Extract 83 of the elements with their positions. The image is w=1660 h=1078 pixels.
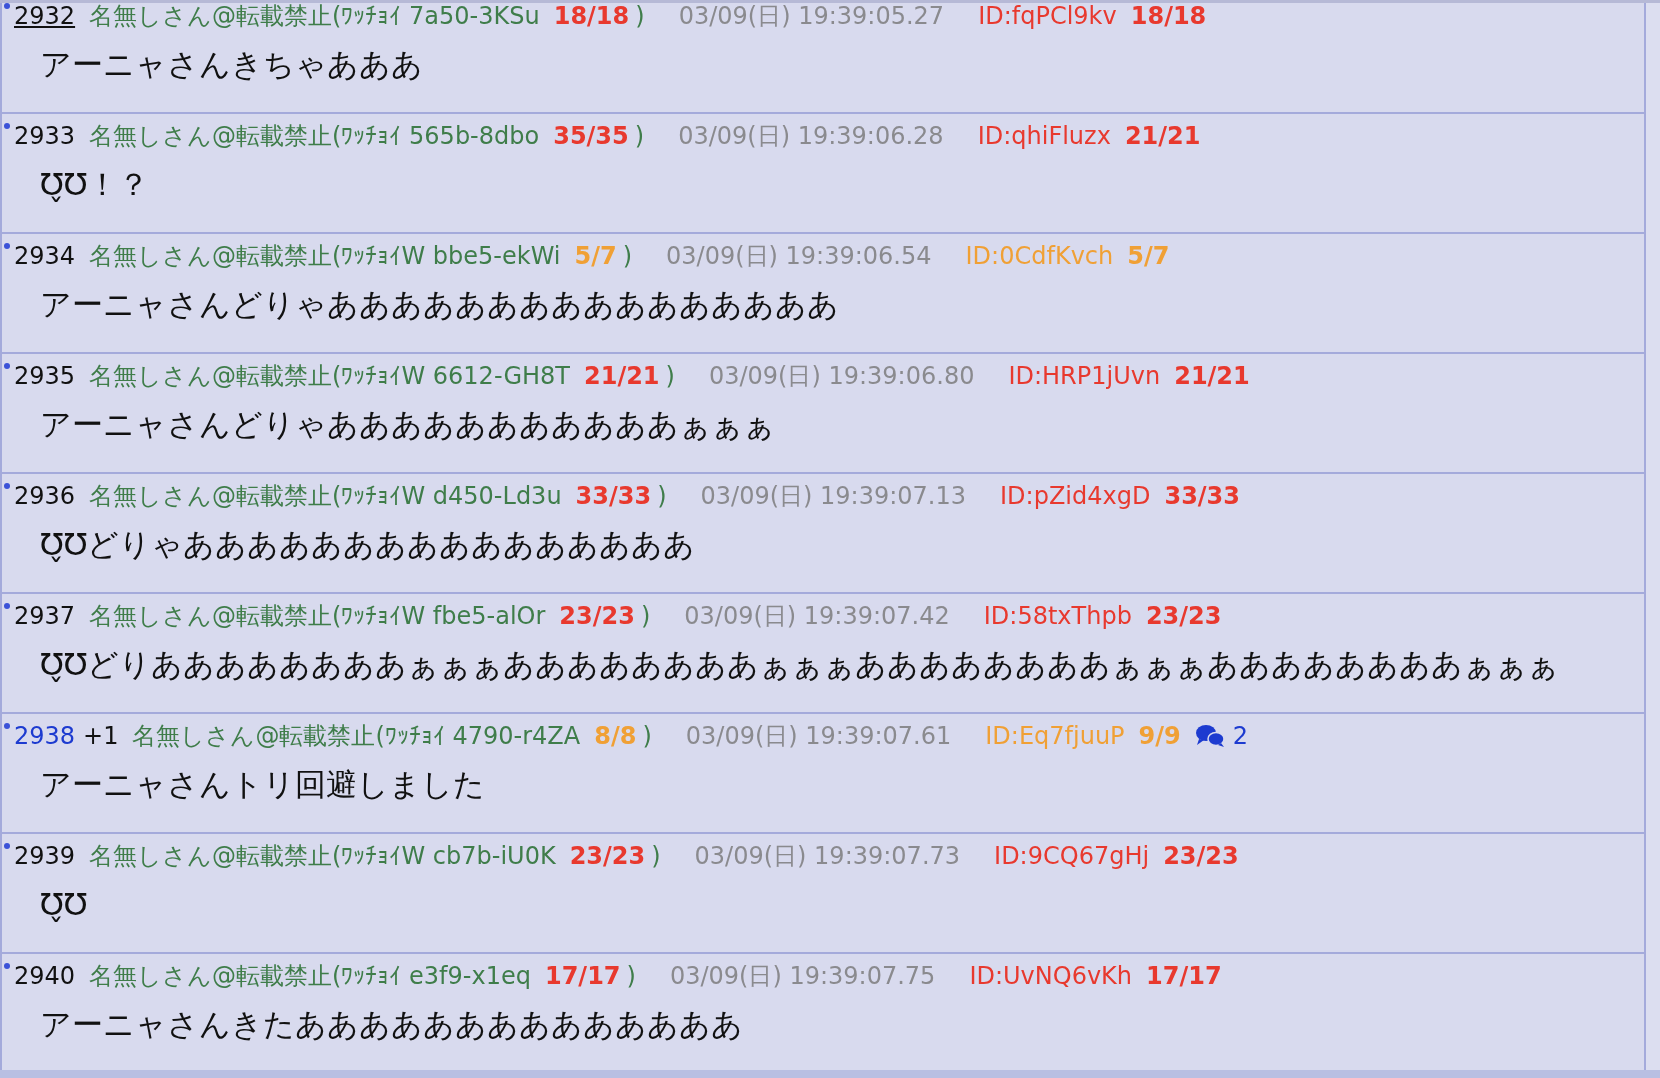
name-paren: ) xyxy=(651,841,661,872)
id-post-count: 5/7 xyxy=(1127,241,1170,272)
post-count: 8/8 xyxy=(594,721,637,752)
bullet-icon xyxy=(4,723,10,729)
post-body: Ʊ̬Ʊどりああああああああぁぁぁああああああああぁぁぁああああああああぁぁぁああああああああぁぁぁ xyxy=(40,645,1561,684)
name-paren: ) xyxy=(634,121,645,152)
bullet-icon xyxy=(4,363,10,369)
reply-count: +1 xyxy=(83,721,119,752)
post-count: 21/21 xyxy=(584,361,660,392)
post-number[interactable]: 2940 xyxy=(14,960,76,992)
id-post-count: 23/23 xyxy=(1145,601,1222,632)
post-count: 17/17 xyxy=(544,961,621,992)
post-date: 03/09(日) 19:39:07.73 xyxy=(694,841,961,872)
post-count: 18/18 xyxy=(553,3,630,32)
post-number[interactable]: 2937 xyxy=(14,600,76,632)
id-post-count: 18/18 xyxy=(1130,3,1207,32)
name-paren: ) xyxy=(665,361,675,392)
poster-name: 名無しさん@転載禁止(ﾜｯﾁｮｲW 6612-GH8T xyxy=(89,361,570,392)
id-post-count: 23/23 xyxy=(1163,841,1239,872)
name-paren: ) xyxy=(657,481,667,512)
poster-name: 名無しさん@転載禁止(ﾜｯﾁｮｲW fbe5-alOr xyxy=(89,601,546,632)
poster-id[interactable]: ID:fqPCl9kv xyxy=(978,3,1117,32)
post-body: アーニャさんきたああああああああああああああ xyxy=(40,1005,744,1044)
replies-count[interactable]: 2 xyxy=(1232,720,1248,752)
name-paren: ) xyxy=(635,3,645,32)
post-body: アーニャさんどりゃあああああああああああぁぁぁ xyxy=(40,405,776,444)
poster-name: 名無しさん@転載禁止(ﾜｯﾁｮｲ 7a50-3KSu xyxy=(89,3,540,32)
post-number[interactable]: 2932 xyxy=(14,3,76,32)
post-date: 03/09(日) 19:39:06.28 xyxy=(678,121,944,152)
name-paren: ) xyxy=(640,601,651,632)
post-date: 03/09(日) 19:39:07.61 xyxy=(685,721,952,752)
post-number[interactable]: 2936 xyxy=(14,480,76,512)
bullet-icon xyxy=(4,843,10,849)
id-post-count: 9/9 xyxy=(1138,721,1181,752)
id-post-count: 33/33 xyxy=(1164,481,1240,512)
post-body: Ʊ̬Ʊ xyxy=(40,885,89,924)
post-number[interactable]: 2939 xyxy=(14,840,76,872)
post-date: 03/09(日) 19:39:07.13 xyxy=(700,481,966,512)
bullet-icon xyxy=(4,3,10,9)
post-number[interactable]: 2938 xyxy=(14,720,76,752)
id-post-count: 21/21 xyxy=(1174,361,1250,392)
post-body: Ʊ̬Ʊどりゃああああああああああああああああ xyxy=(40,525,697,564)
name-paren: ) xyxy=(642,721,652,752)
poster-name: 名無しさん@転載禁止(ﾜｯﾁｮｲ 565b-8dbo xyxy=(89,121,540,152)
poster-id[interactable]: ID:9CQ67gHj xyxy=(994,840,1150,872)
post-date: 03/09(日) 19:39:06.54 xyxy=(666,241,932,272)
post-date: 03/09(日) 19:39:07.42 xyxy=(684,601,950,632)
bullet-icon xyxy=(4,123,10,129)
scrollbar-track[interactable] xyxy=(1644,3,1660,1070)
speech-bubbles-icon[interactable] xyxy=(1194,724,1225,748)
name-paren: ) xyxy=(626,961,636,992)
post-count: 23/23 xyxy=(569,841,646,872)
poster-name: 名無しさん@転載禁止(ﾜｯﾁｮｲW d450-Ld3u xyxy=(89,481,562,512)
poster-name: 名無しさん@転載禁止(ﾜｯﾁｮｲW cb7b-iU0K xyxy=(89,841,556,872)
poster-name: 名無しさん@転載禁止(ﾜｯﾁｮｲ e3f9-x1eq xyxy=(89,961,531,992)
poster-id[interactable]: ID:HRP1jUvn xyxy=(1008,360,1161,392)
name-paren: ) xyxy=(622,241,633,272)
poster-id[interactable]: ID:58txThpb xyxy=(983,600,1132,632)
bullet-icon xyxy=(4,483,10,489)
bullet-icon xyxy=(4,603,10,609)
post-date: 03/09(日) 19:39:06.80 xyxy=(708,361,975,392)
post-date: 03/09(日) 19:39:07.75 xyxy=(669,961,936,992)
post-number[interactable]: 2935 xyxy=(14,360,76,392)
post-count: 35/35 xyxy=(553,121,629,152)
poster-id[interactable]: ID:qhiFluzx xyxy=(977,120,1111,152)
poster-id[interactable]: ID:UvNQ6vKh xyxy=(969,960,1133,992)
post-number[interactable]: 2934 xyxy=(14,240,76,272)
bullet-icon xyxy=(4,963,10,969)
id-post-count: 21/21 xyxy=(1124,121,1201,152)
post-count: 23/23 xyxy=(559,601,635,632)
bullet-icon xyxy=(4,243,10,249)
poster-id[interactable]: ID:pZid4xgD xyxy=(1000,480,1151,512)
post-body: アーニャさんきちゃあああ xyxy=(40,45,424,84)
id-post-count: 17/17 xyxy=(1146,961,1222,992)
post-body: アーニャさんトリ回避しました xyxy=(40,765,486,804)
poster-name: 名無しさん@転載禁止(ﾜｯﾁｮｲ 4790-r4ZA xyxy=(132,721,581,752)
post-date: 03/09(日) 19:39:05.27 xyxy=(678,3,945,32)
post-body: アーニャさんどりゃああああああああああああああああ xyxy=(40,285,840,324)
poster-name: 名無しさん@転載禁止(ﾜｯﾁｮｲW bbe5-ekWi xyxy=(89,241,561,272)
post-count: 5/7 xyxy=(574,241,617,272)
post-number[interactable]: 2933 xyxy=(14,120,76,152)
post-count: 33/33 xyxy=(575,481,652,512)
post-body: Ʊ̬Ʊ！？ xyxy=(40,165,151,204)
